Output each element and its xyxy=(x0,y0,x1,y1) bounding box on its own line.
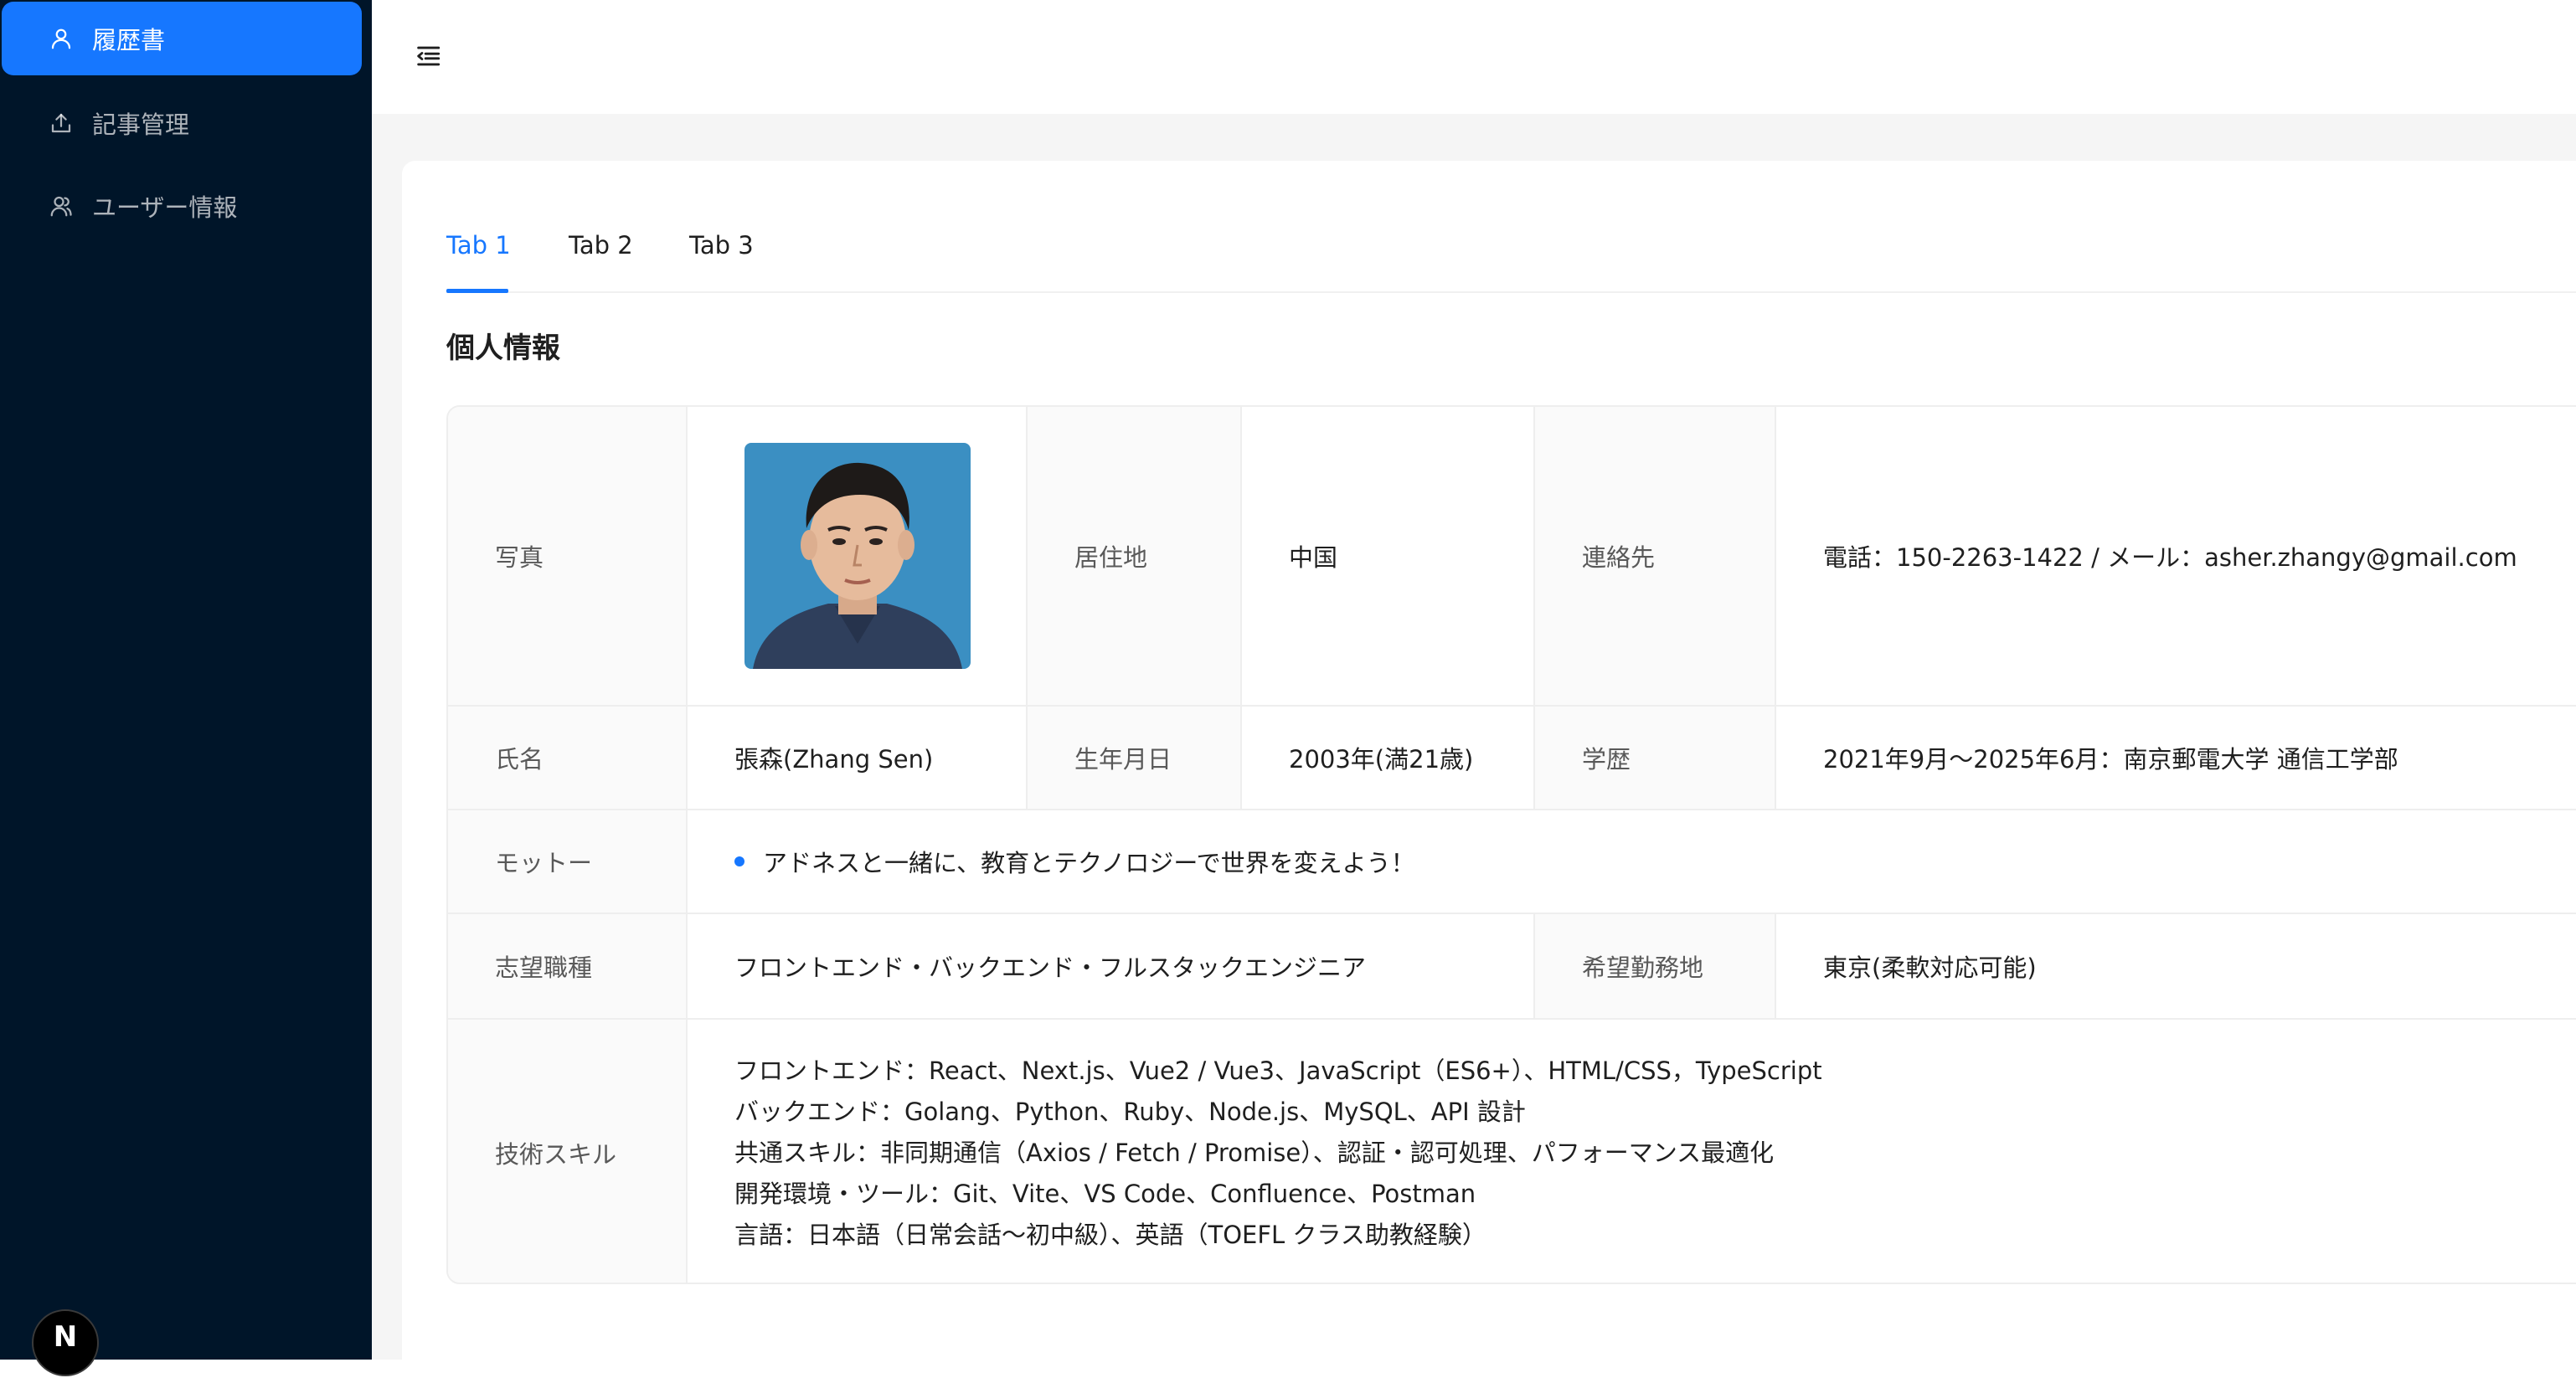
tab-2[interactable]: Tab 2 xyxy=(569,231,633,260)
skill-line: フロントエンド：React、Next.js、Vue2 / Vue3、JavaSc… xyxy=(734,1056,1822,1085)
nextjs-devtools-badge[interactable]: N xyxy=(32,1309,99,1376)
photo-label: 写真 xyxy=(448,407,688,707)
skill-line: 共通スキル：非同期通信（Axios / Fetch / Promise）、認証・… xyxy=(734,1138,1775,1167)
education-label: 学歴 xyxy=(1535,707,1776,810)
job-label: 志望職種 xyxy=(448,914,688,1020)
profile-photo xyxy=(744,443,971,669)
location-value: 東京(柔軟対応可能) xyxy=(1776,914,2576,1020)
birth-label: 生年月日 xyxy=(1028,707,1242,810)
motto-value: アドネスと一緒に、教育とテクノロジーで世界を変えよう！ xyxy=(688,810,2576,914)
motto-text: アドネスと一緒に、教育とテクノロジーで世界を変えよう！ xyxy=(763,849,1415,877)
skill-line: バックエンド：Golang、Python、Ruby、Node.js、MySQL、… xyxy=(734,1097,1526,1126)
birth-value: 2003年(満21歳) xyxy=(1242,707,1535,810)
contact-label: 連絡先 xyxy=(1535,407,1776,707)
header xyxy=(372,0,2576,114)
name-value: 張森(Zhang Sen) xyxy=(688,707,1028,810)
tab-bar: Tab 1 Tab 2 Tab 3 xyxy=(446,213,2576,293)
skill-line: 開発環境・ツール：Git、Vite、VS Code、Confluence、Pos… xyxy=(734,1179,1476,1208)
sidebar: 履歴書 記事管理 ユーザー情報 N xyxy=(0,0,372,1376)
skills-label: 技術スキル xyxy=(448,1020,688,1283)
team-icon xyxy=(47,192,75,220)
motto-label: モットー xyxy=(448,810,688,914)
contact-value: 電話：150-2263-1422 / メール：asher.zhangy@gmai… xyxy=(1776,407,2576,707)
bullet-icon xyxy=(734,856,744,866)
photo-cell xyxy=(688,407,1028,707)
tab-3[interactable]: Tab 3 xyxy=(689,231,754,260)
name-label: 氏名 xyxy=(448,707,688,810)
residence-label: 居住地 xyxy=(1028,407,1242,707)
tab-1[interactable]: Tab 1 xyxy=(446,231,511,260)
user-icon xyxy=(47,24,75,53)
upload-icon xyxy=(47,109,75,137)
location-label: 希望勤務地 xyxy=(1535,914,1776,1020)
tab-ink-bar xyxy=(446,289,508,293)
menu-fold-icon[interactable] xyxy=(414,42,442,70)
section-title: 個人情報 xyxy=(446,332,560,365)
sidebar-item-articles[interactable]: 記事管理 xyxy=(2,86,362,160)
profile-descriptions: 写真 居住地 中国 連絡先 電話：150-2263-1422 / メール：ash… xyxy=(446,405,2576,1284)
sidebar-item-user-info[interactable]: ユーザー情報 xyxy=(2,169,362,243)
sidebar-item-resume[interactable]: 履歴書 xyxy=(2,2,362,75)
sidebar-item-label: ユーザー情報 xyxy=(92,193,238,222)
residence-value: 中国 xyxy=(1242,407,1535,707)
sidebar-item-label: 履歴書 xyxy=(92,26,166,54)
education-value: 2021年9月〜2025年6月：南京郵電大学 通信工学部 xyxy=(1776,707,2576,810)
sidebar-item-label: 記事管理 xyxy=(92,111,190,139)
job-value: フロントエンド・バックエンド・フルスタックエンジニア xyxy=(688,914,1535,1020)
skills-value: フロントエンド：React、Next.js、Vue2 / Vue3、JavaSc… xyxy=(688,1020,2576,1283)
skill-line: 言語：日本語（日常会話〜初中級）、英語（TOEFL クラス助教経験） xyxy=(734,1220,1486,1249)
